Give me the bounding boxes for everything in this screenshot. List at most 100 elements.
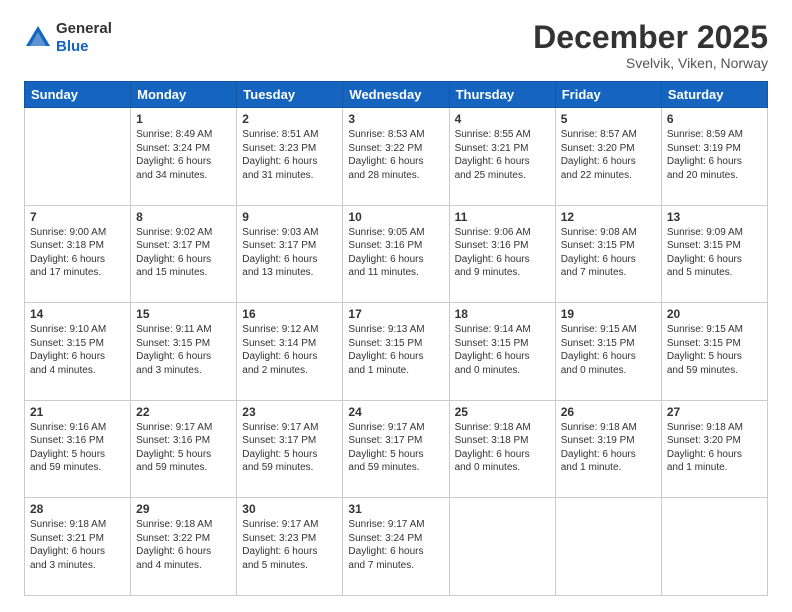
page: General Blue December 2025 Svelvik, Vike… bbox=[0, 0, 792, 612]
cell-info: Sunrise: 8:57 AM Sunset: 3:20 PM Dayligh… bbox=[561, 128, 656, 182]
day-number: 26 bbox=[561, 405, 656, 419]
day-number: 9 bbox=[242, 210, 337, 224]
calendar-table: Sunday Monday Tuesday Wednesday Thursday… bbox=[24, 81, 768, 596]
day-number: 29 bbox=[136, 502, 231, 516]
cell-info: Sunrise: 8:55 AM Sunset: 3:21 PM Dayligh… bbox=[455, 128, 550, 182]
day-number: 5 bbox=[561, 112, 656, 126]
table-row: 18 Sunrise: 9:14 AM Sunset: 3:15 PM Dayli… bbox=[449, 303, 555, 401]
cell-info: Sunrise: 8:49 AM Sunset: 3:24 PM Dayligh… bbox=[136, 128, 231, 182]
table-row bbox=[661, 498, 767, 596]
table-row: 1Sunrise: 8:49 AM Sunset: 3:24 PM Daylig… bbox=[131, 108, 237, 206]
logo-icon bbox=[24, 24, 52, 52]
table-row: 5 Sunrise: 8:57 AM Sunset: 3:20 PM Daylig… bbox=[555, 108, 661, 206]
cell-info: Sunrise: 9:18 AM Sunset: 3:22 PM Dayligh… bbox=[136, 518, 231, 572]
table-row: 21Sunrise: 9:16 AM Sunset: 3:16 PM Dayli… bbox=[25, 400, 131, 498]
cell-info: Sunrise: 9:10 AM Sunset: 3:15 PM Dayligh… bbox=[30, 323, 125, 377]
day-number: 23 bbox=[242, 405, 337, 419]
table-row: 10 Sunrise: 9:05 AM Sunset: 3:16 PM Dayli… bbox=[343, 205, 449, 303]
day-number: 27 bbox=[667, 405, 762, 419]
logo: General Blue bbox=[24, 20, 112, 56]
day-number: 6 bbox=[667, 112, 762, 126]
day-number: 3 bbox=[348, 112, 443, 126]
location-title: Svelvik, Viken, Norway bbox=[533, 55, 768, 71]
day-number: 14 bbox=[30, 307, 125, 321]
day-number: 16 bbox=[242, 307, 337, 321]
cell-info: Sunrise: 9:17 AM Sunset: 3:24 PM Dayligh… bbox=[348, 518, 443, 572]
table-row: 26 Sunrise: 9:18 AM Sunset: 3:19 PM Dayli… bbox=[555, 400, 661, 498]
day-number: 18 bbox=[455, 307, 550, 321]
title-block: December 2025 Svelvik, Viken, Norway bbox=[533, 20, 768, 71]
col-tuesday: Tuesday bbox=[237, 82, 343, 108]
cell-info: Sunrise: 9:12 AM Sunset: 3:14 PM Dayligh… bbox=[242, 323, 337, 377]
cell-info: Sunrise: 9:17 AM Sunset: 3:23 PM Dayligh… bbox=[242, 518, 337, 572]
cell-info: Sunrise: 9:02 AM Sunset: 3:17 PM Dayligh… bbox=[136, 226, 231, 280]
table-row: 8 Sunrise: 9:02 AM Sunset: 3:17 PM Daylig… bbox=[131, 205, 237, 303]
day-number: 12 bbox=[561, 210, 656, 224]
cell-info: Sunrise: 9:00 AM Sunset: 3:18 PM Dayligh… bbox=[30, 226, 125, 280]
col-sunday: Sunday bbox=[25, 82, 131, 108]
table-row: 27 Sunrise: 9:18 AM Sunset: 3:20 PM Dayli… bbox=[661, 400, 767, 498]
logo-general: General bbox=[56, 20, 112, 37]
cell-info: Sunrise: 9:17 AM Sunset: 3:17 PM Dayligh… bbox=[348, 421, 443, 475]
cell-info: Sunrise: 9:15 AM Sunset: 3:15 PM Dayligh… bbox=[667, 323, 762, 377]
day-number: 31 bbox=[348, 502, 443, 516]
day-number: 20 bbox=[667, 307, 762, 321]
table-row bbox=[25, 108, 131, 206]
day-number: 7 bbox=[30, 210, 125, 224]
table-row bbox=[555, 498, 661, 596]
table-row: 11 Sunrise: 9:06 AM Sunset: 3:16 PM Dayli… bbox=[449, 205, 555, 303]
table-row: 3 Sunrise: 8:53 AM Sunset: 3:22 PM Daylig… bbox=[343, 108, 449, 206]
col-monday: Monday bbox=[131, 82, 237, 108]
table-row: 16 Sunrise: 9:12 AM Sunset: 3:14 PM Dayli… bbox=[237, 303, 343, 401]
cell-info: Sunrise: 9:13 AM Sunset: 3:15 PM Dayligh… bbox=[348, 323, 443, 377]
cell-info: Sunrise: 9:03 AM Sunset: 3:17 PM Dayligh… bbox=[242, 226, 337, 280]
table-row: 25Sunrise: 9:18 AM Sunset: 3:18 PM Dayli… bbox=[449, 400, 555, 498]
table-row: 31 Sunrise: 9:17 AM Sunset: 3:24 PM Dayli… bbox=[343, 498, 449, 596]
table-row: 30 Sunrise: 9:17 AM Sunset: 3:23 PM Dayli… bbox=[237, 498, 343, 596]
cell-info: Sunrise: 9:16 AM Sunset: 3:16 PM Dayligh… bbox=[30, 421, 125, 475]
table-row: 20 Sunrise: 9:15 AM Sunset: 3:15 PM Dayli… bbox=[661, 303, 767, 401]
table-row: 14 Sunrise: 9:10 AM Sunset: 3:15 PM Dayli… bbox=[25, 303, 131, 401]
cell-info: Sunrise: 8:53 AM Sunset: 3:22 PM Dayligh… bbox=[348, 128, 443, 182]
day-number: 19 bbox=[561, 307, 656, 321]
table-row: 7 Sunrise: 9:00 AM Sunset: 3:18 PM Daylig… bbox=[25, 205, 131, 303]
day-number: 13 bbox=[667, 210, 762, 224]
cell-info: Sunrise: 9:18 AM Sunset: 3:19 PM Dayligh… bbox=[561, 421, 656, 475]
calendar-week-row: 1Sunrise: 8:49 AM Sunset: 3:24 PM Daylig… bbox=[25, 108, 768, 206]
table-row: 28Sunrise: 9:18 AM Sunset: 3:21 PM Dayli… bbox=[25, 498, 131, 596]
cell-info: Sunrise: 9:17 AM Sunset: 3:16 PM Dayligh… bbox=[136, 421, 231, 475]
col-wednesday: Wednesday bbox=[343, 82, 449, 108]
header: General Blue December 2025 Svelvik, Vike… bbox=[24, 20, 768, 71]
table-row: 13Sunrise: 9:09 AM Sunset: 3:15 PM Dayli… bbox=[661, 205, 767, 303]
table-row: 17 Sunrise: 9:13 AM Sunset: 3:15 PM Dayli… bbox=[343, 303, 449, 401]
day-number: 17 bbox=[348, 307, 443, 321]
cell-info: Sunrise: 9:05 AM Sunset: 3:16 PM Dayligh… bbox=[348, 226, 443, 280]
table-row: 22Sunrise: 9:17 AM Sunset: 3:16 PM Dayli… bbox=[131, 400, 237, 498]
cell-info: Sunrise: 9:18 AM Sunset: 3:20 PM Dayligh… bbox=[667, 421, 762, 475]
table-row: 4 Sunrise: 8:55 AM Sunset: 3:21 PM Daylig… bbox=[449, 108, 555, 206]
cell-info: Sunrise: 9:18 AM Sunset: 3:18 PM Dayligh… bbox=[455, 421, 550, 475]
table-row: 6Sunrise: 8:59 AM Sunset: 3:19 PM Daylig… bbox=[661, 108, 767, 206]
table-row: 23 Sunrise: 9:17 AM Sunset: 3:17 PM Dayli… bbox=[237, 400, 343, 498]
calendar-week-row: 21Sunrise: 9:16 AM Sunset: 3:16 PM Dayli… bbox=[25, 400, 768, 498]
day-number: 8 bbox=[136, 210, 231, 224]
calendar-header-row: Sunday Monday Tuesday Wednesday Thursday… bbox=[25, 82, 768, 108]
cell-info: Sunrise: 9:14 AM Sunset: 3:15 PM Dayligh… bbox=[455, 323, 550, 377]
day-number: 4 bbox=[455, 112, 550, 126]
cell-info: Sunrise: 9:06 AM Sunset: 3:16 PM Dayligh… bbox=[455, 226, 550, 280]
table-row: 24Sunrise: 9:17 AM Sunset: 3:17 PM Dayli… bbox=[343, 400, 449, 498]
table-row bbox=[449, 498, 555, 596]
cell-info: Sunrise: 9:08 AM Sunset: 3:15 PM Dayligh… bbox=[561, 226, 656, 280]
calendar-week-row: 28Sunrise: 9:18 AM Sunset: 3:21 PM Dayli… bbox=[25, 498, 768, 596]
cell-info: Sunrise: 9:11 AM Sunset: 3:15 PM Dayligh… bbox=[136, 323, 231, 377]
table-row: 12 Sunrise: 9:08 AM Sunset: 3:15 PM Dayli… bbox=[555, 205, 661, 303]
day-number: 15 bbox=[136, 307, 231, 321]
cell-info: Sunrise: 9:17 AM Sunset: 3:17 PM Dayligh… bbox=[242, 421, 337, 475]
day-number: 30 bbox=[242, 502, 337, 516]
table-row: 29 Sunrise: 9:18 AM Sunset: 3:22 PM Dayli… bbox=[131, 498, 237, 596]
day-number: 10 bbox=[348, 210, 443, 224]
calendar-week-row: 7 Sunrise: 9:00 AM Sunset: 3:18 PM Daylig… bbox=[25, 205, 768, 303]
table-row: 15 Sunrise: 9:11 AM Sunset: 3:15 PM Dayli… bbox=[131, 303, 237, 401]
day-number: 11 bbox=[455, 210, 550, 224]
col-saturday: Saturday bbox=[661, 82, 767, 108]
